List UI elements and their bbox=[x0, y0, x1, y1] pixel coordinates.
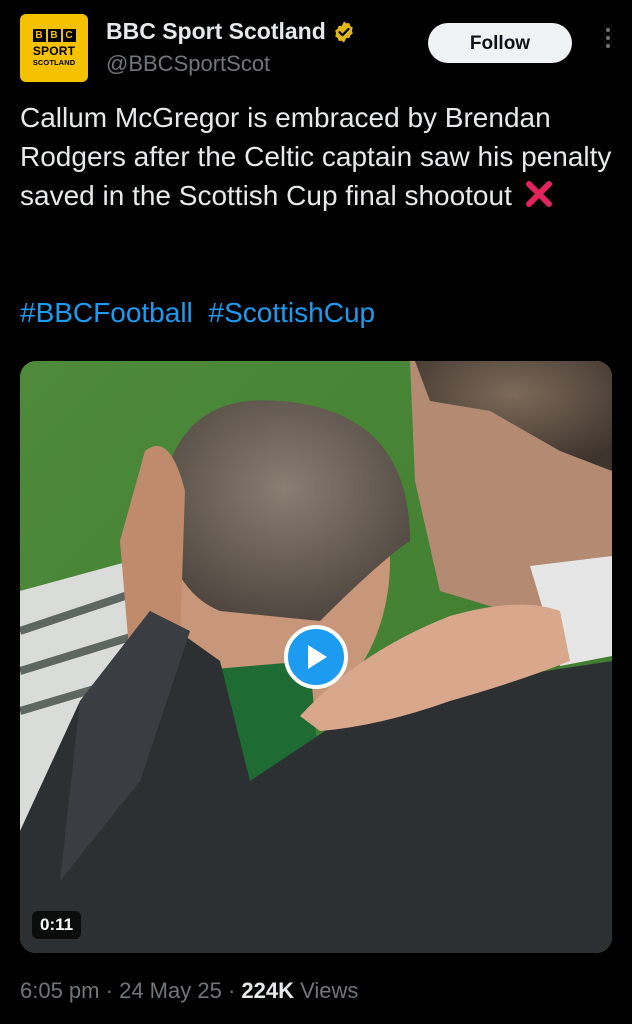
tweet-header: B B C SPORT SCOTLAND BBC Sport Scotland … bbox=[20, 14, 618, 84]
play-button[interactable] bbox=[284, 625, 348, 689]
follow-button[interactable]: Follow bbox=[428, 23, 572, 63]
display-name-row[interactable]: BBC Sport Scotland bbox=[106, 18, 356, 45]
video-duration: 0:11 bbox=[32, 911, 82, 939]
account-names: BBC Sport Scotland @BBCSportScot bbox=[106, 18, 356, 77]
hashtag-bbcfootball[interactable]: #BBCFootball bbox=[20, 297, 193, 328]
verified-badge-icon bbox=[334, 21, 353, 42]
tweet-time[interactable]: 6:05 pm bbox=[20, 978, 100, 1003]
display-name[interactable]: BBC Sport Scotland bbox=[106, 18, 326, 45]
avatar-scotland-text: SCOTLAND bbox=[32, 58, 76, 67]
tweet-meta: 6:05 pm · 24 May 25 · 224K Views bbox=[20, 978, 358, 1004]
bbc-logo: B B C bbox=[32, 29, 76, 42]
account-handle[interactable]: @BBCSportScot bbox=[106, 51, 356, 77]
views-label: Views bbox=[300, 978, 359, 1003]
meta-separator: · bbox=[105, 978, 113, 1003]
cross-mark-icon bbox=[525, 181, 552, 207]
avatar-sport-text: SPORT bbox=[32, 44, 76, 58]
play-icon bbox=[308, 645, 327, 669]
tweet-text: Callum McGregor is embraced by Brendan R… bbox=[20, 98, 620, 215]
avatar[interactable]: B B C SPORT SCOTLAND bbox=[20, 14, 88, 82]
hashtag-scottishcup[interactable]: #ScottishCup bbox=[209, 297, 376, 328]
meta-separator: · bbox=[227, 978, 236, 1003]
more-options-icon[interactable] bbox=[598, 28, 618, 58]
views-count[interactable]: 224K bbox=[241, 978, 294, 1003]
video-player[interactable]: 0:11 bbox=[20, 361, 612, 953]
hashtags: #BBCFootball #ScottishCup bbox=[20, 293, 383, 332]
tweet-date[interactable]: 24 May 25 bbox=[119, 978, 222, 1003]
